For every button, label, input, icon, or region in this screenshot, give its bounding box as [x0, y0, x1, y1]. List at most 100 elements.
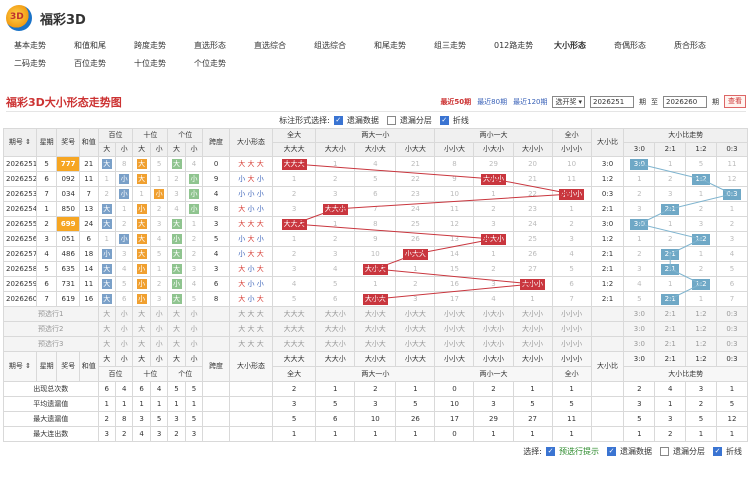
preselect-ratio-val[interactable]: 3:0 — [623, 321, 656, 337]
nav-item[interactable]: 个位走势 — [180, 58, 240, 69]
preselect-pos[interactable]: 大 — [97, 336, 116, 352]
preselect-pos[interactable]: 大 — [132, 306, 151, 322]
preselect-ratio-val[interactable]: 3:0 — [623, 336, 656, 352]
checkbox[interactable] — [660, 446, 669, 456]
preselect-pattern[interactable]: 小小大 — [434, 321, 475, 337]
preselect-pos[interactable]: 小 — [114, 321, 134, 337]
preselect-pattern[interactable]: 小大大 — [395, 336, 436, 352]
preselect-pattern[interactable]: 大小大 — [354, 321, 397, 337]
preselect-pattern[interactable]: 大小小 — [512, 321, 553, 337]
pos-miss: 4 — [174, 204, 179, 213]
shape-char[interactable]: 大 — [238, 310, 245, 318]
stats-pattern: 5 — [272, 411, 317, 427]
shape-char[interactable]: 大 — [257, 310, 264, 318]
checkbox[interactable]: ✓ — [439, 115, 449, 125]
preselect-pattern[interactable]: 大大大 — [272, 336, 317, 352]
nav-item[interactable]: 和值和尾 — [60, 40, 120, 51]
preselect-row[interactable]: 预选行3 大小大小大小大 大 大 大大大 大大小 大小大 小大大 小小大 小大小 大小小 小小小… — [3, 336, 749, 352]
shape-char[interactable]: 大 — [248, 325, 255, 333]
preselect-pattern[interactable]: 小小小 — [551, 306, 592, 322]
filter-link[interactable]: 最近50期 — [440, 97, 471, 107]
preselect-pattern[interactable]: 大大小 — [315, 336, 356, 352]
filter-link[interactable]: 最近80期 — [477, 97, 507, 107]
checkbox[interactable]: ✓ — [333, 115, 343, 125]
preselect-pattern[interactable]: 小大大 — [395, 306, 436, 322]
from-issue-input[interactable]: 2026251 — [590, 95, 634, 108]
shape-char[interactable]: 大 — [238, 340, 245, 348]
preselect-pattern[interactable]: 小小大 — [434, 306, 475, 322]
nav-item[interactable]: 直选形态 — [180, 40, 240, 51]
shape-char[interactable]: 大 — [248, 310, 255, 318]
preselect-pattern[interactable]: 大小小 — [512, 306, 553, 322]
preselect-pattern[interactable]: 小大小 — [473, 321, 514, 337]
preselect-pos[interactable]: 小 — [184, 336, 204, 352]
preselect-pos[interactable]: 大 — [132, 321, 151, 337]
nav-item[interactable]: 十位走势 — [120, 58, 180, 69]
preselect-pattern[interactable]: 小小小 — [551, 321, 592, 337]
shape-char[interactable]: 大 — [248, 340, 255, 348]
nav-item[interactable]: 百位走势 — [60, 58, 120, 69]
preselect-pos[interactable]: 小 — [149, 336, 169, 352]
nav-item[interactable]: 组选综合 — [300, 40, 360, 51]
stats-pos: 1 — [184, 396, 204, 412]
shape-char[interactable]: 大 — [238, 325, 245, 333]
preselect-pos[interactable]: 大 — [167, 321, 186, 337]
checkbox[interactable]: ✓ — [713, 446, 722, 456]
nav-item[interactable]: 直选综合 — [240, 40, 300, 51]
preselect-ratio-val[interactable]: 2:1 — [654, 336, 687, 352]
nav-item[interactable]: 基本走势 — [0, 40, 60, 51]
preselect-pattern[interactable]: 大大大 — [272, 321, 317, 337]
preselect-pattern[interactable]: 大小大 — [354, 336, 397, 352]
nav-item[interactable]: 组三走势 — [420, 40, 480, 51]
preselect-pos[interactable]: 大 — [167, 306, 186, 322]
preselect-pos[interactable]: 小 — [114, 306, 134, 322]
preselect-ratio-val[interactable]: 1:2 — [685, 321, 717, 337]
preselect-pos[interactable]: 小 — [149, 306, 169, 322]
preselect-pos[interactable]: 小 — [184, 321, 204, 337]
checkbox[interactable]: ✓ — [607, 446, 616, 456]
to-issue-input[interactable]: 2026260 — [663, 95, 707, 108]
query-button[interactable]: 查看 — [724, 95, 746, 108]
preselect-pattern[interactable]: 大大小 — [315, 306, 356, 322]
checkbox[interactable] — [386, 115, 396, 125]
shape-char[interactable]: 大 — [257, 325, 264, 333]
preselect-pos[interactable]: 小 — [184, 306, 204, 322]
nav-item[interactable]: 质合形态 — [660, 40, 720, 51]
preselect-pattern[interactable]: 小大小 — [473, 306, 514, 322]
preselect-pattern[interactable]: 小大大 — [395, 321, 436, 337]
checkbox[interactable]: ✓ — [546, 446, 555, 456]
preselect-ratio-val[interactable]: 2:1 — [654, 321, 687, 337]
span-cell: 9 — [202, 171, 230, 187]
preselect-ratio-val[interactable]: 1:2 — [685, 306, 717, 322]
preselect-pattern[interactable]: 小大小 — [473, 336, 514, 352]
preselect-pattern[interactable]: 小小大 — [434, 336, 475, 352]
nav-item[interactable]: 大小形态 — [540, 40, 600, 51]
preselect-ratio-val[interactable]: 0:3 — [715, 336, 749, 352]
period-select[interactable]: 选开奖 ▾ — [552, 95, 585, 108]
preselect-pos[interactable]: 大 — [167, 336, 186, 352]
preselect-pattern[interactable]: 大小小 — [512, 336, 553, 352]
preselect-pos[interactable]: 大 — [97, 306, 116, 322]
preselect-row[interactable]: 预选行2 大小大小大小大 大 大 大大大 大大小 大小大 小大大 小小大 小大小 大小小 小小小… — [3, 321, 749, 337]
filter-link[interactable]: 最近120期 — [513, 97, 547, 107]
nav-item[interactable]: 奇偶形态 — [600, 40, 660, 51]
preselect-pattern[interactable]: 大大小 — [315, 321, 356, 337]
preselect-pattern[interactable]: 大小大 — [354, 306, 397, 322]
preselect-pattern[interactable]: 大大大 — [272, 306, 317, 322]
preselect-pattern[interactable]: 小小小 — [551, 336, 592, 352]
preselect-ratio-val[interactable]: 0:3 — [715, 321, 749, 337]
nav-item[interactable]: 跨度走势 — [120, 40, 180, 51]
preselect-pos[interactable]: 大 — [132, 336, 151, 352]
nav-item[interactable]: 二码走势 — [0, 58, 60, 69]
preselect-ratio-val[interactable]: 3:0 — [623, 306, 656, 322]
preselect-ratio-val[interactable]: 2:1 — [654, 306, 687, 322]
preselect-ratio-val[interactable]: 1:2 — [685, 336, 717, 352]
shape-char[interactable]: 大 — [257, 340, 264, 348]
nav-item[interactable]: 和尾走势 — [360, 40, 420, 51]
preselect-row[interactable]: 预选行1 大小大小大小大 大 大 大大大 大大小 大小大 小大大 小小大 小大小 大小小 小小小… — [3, 306, 749, 322]
preselect-pos[interactable]: 小 — [114, 336, 134, 352]
preselect-pos[interactable]: 小 — [149, 321, 169, 337]
preselect-pos[interactable]: 大 — [97, 321, 116, 337]
nav-item[interactable]: 012路走势 — [480, 40, 540, 51]
preselect-ratio-val[interactable]: 0:3 — [715, 306, 749, 322]
